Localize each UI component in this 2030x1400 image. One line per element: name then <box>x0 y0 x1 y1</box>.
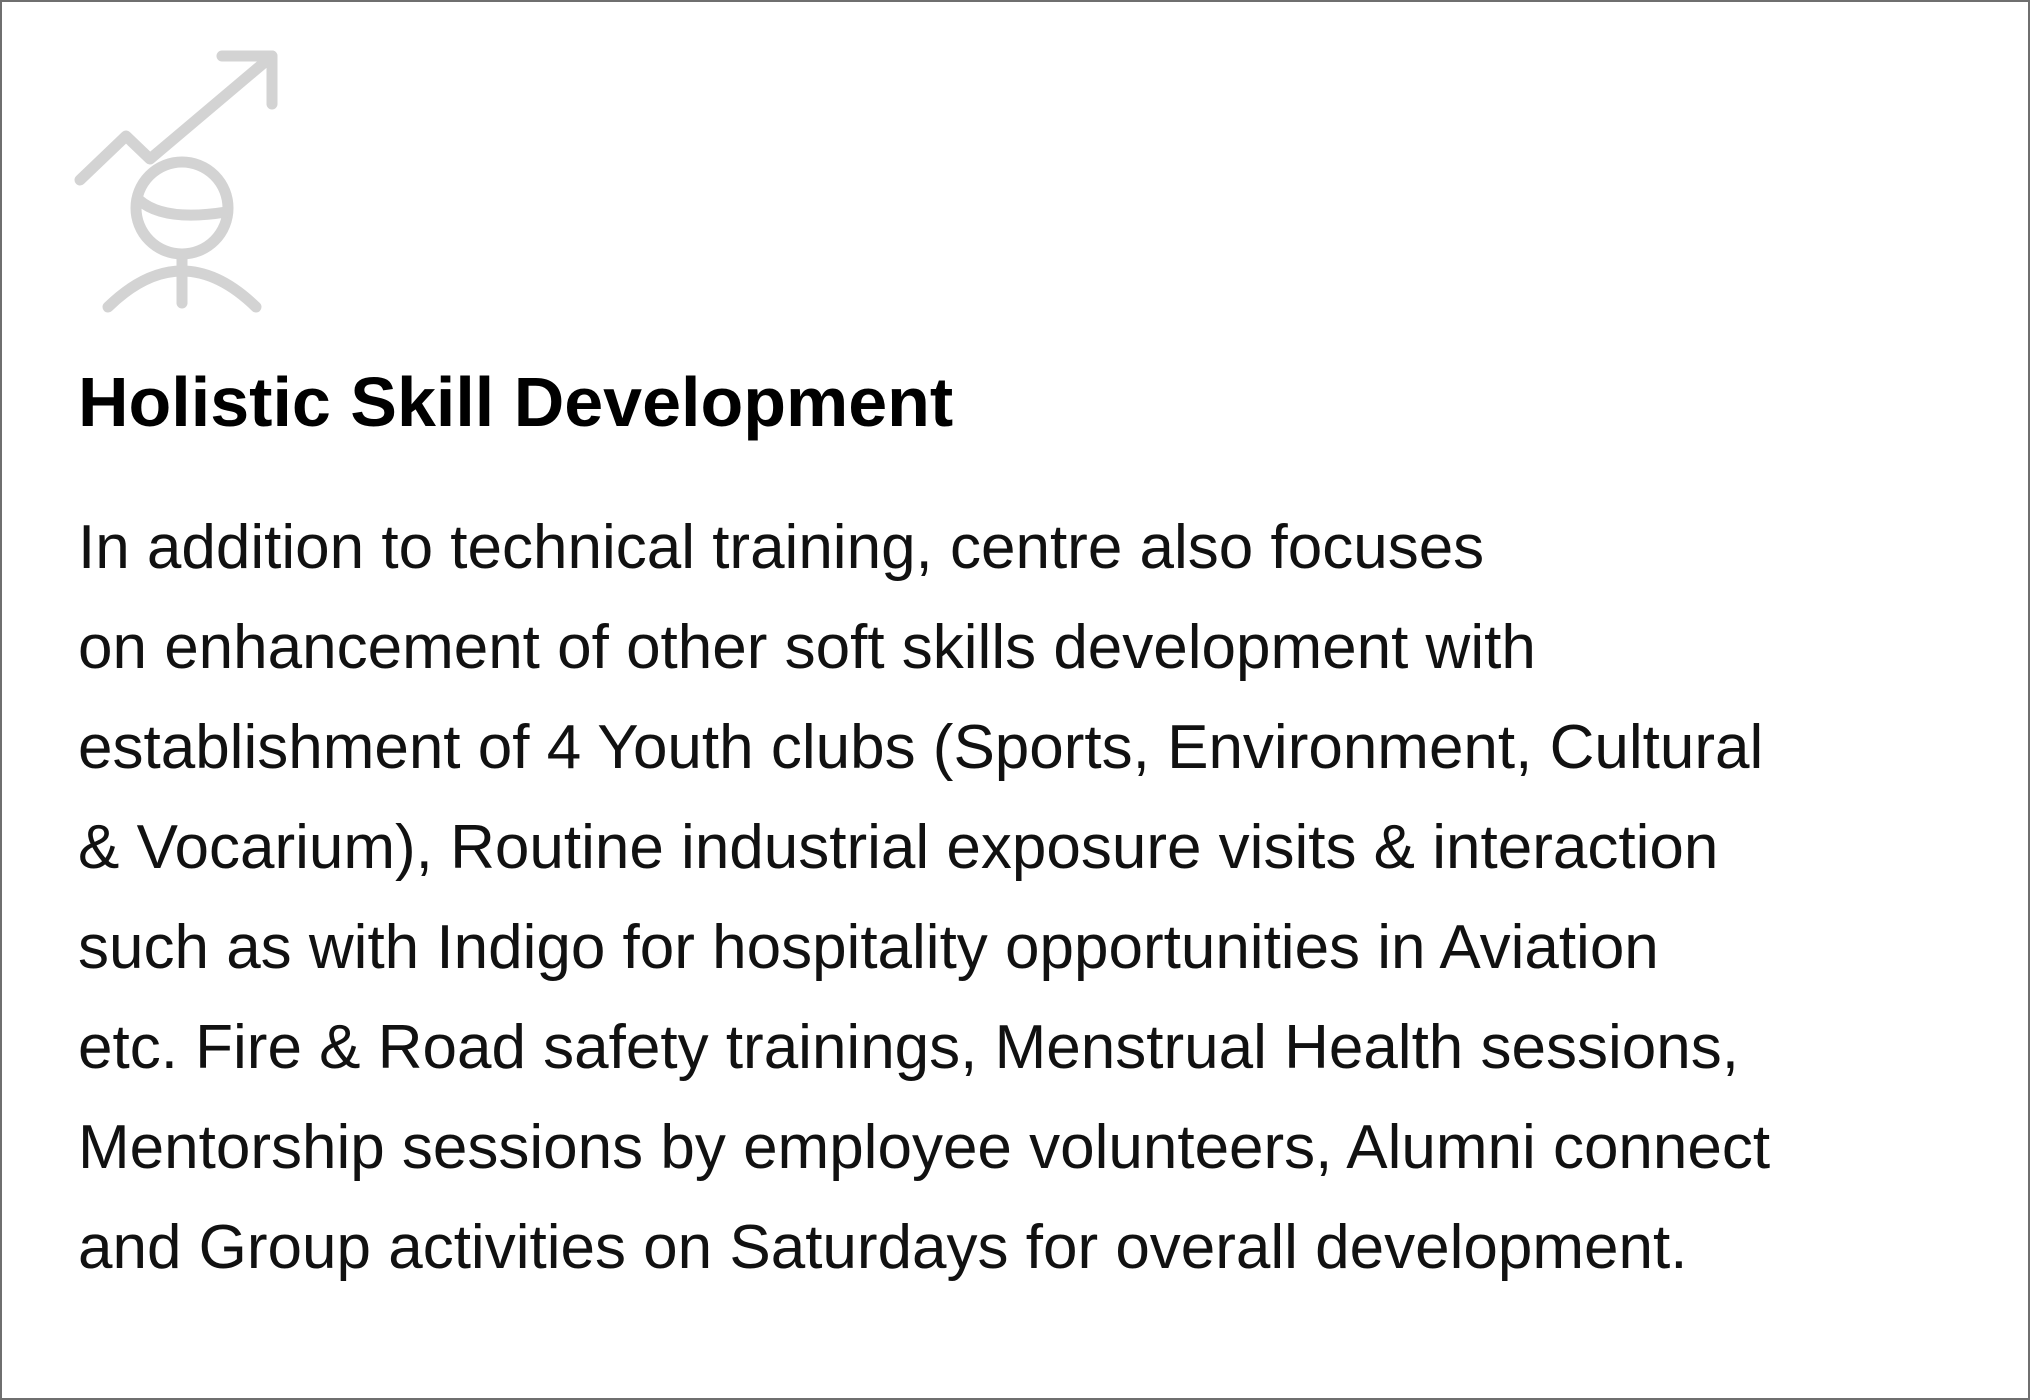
body-line: Mentorship sessions by employee voluntee… <box>78 1113 1771 1182</box>
body-line: such as with Indigo for hospitality oppo… <box>78 913 1659 982</box>
growth-person-icon <box>72 50 292 320</box>
body-line: & Vocarium), Routine industrial exposure… <box>78 813 1719 882</box>
body-line: on enhancement of other soft skills deve… <box>78 613 1536 682</box>
body-line: etc. Fire & Road safety trainings, Menst… <box>78 1013 1739 1082</box>
info-card: Holistic Skill Development In addition t… <box>0 0 2030 1400</box>
card-body: In addition to technical training, centr… <box>78 498 2018 1298</box>
body-line: establishment of 4 Youth clubs (Sports, … <box>78 713 1764 782</box>
body-line: In addition to technical training, centr… <box>78 513 1485 582</box>
body-line: and Group activities on Saturdays for ov… <box>78 1213 1688 1282</box>
card-title: Holistic Skill Development <box>78 363 954 441</box>
